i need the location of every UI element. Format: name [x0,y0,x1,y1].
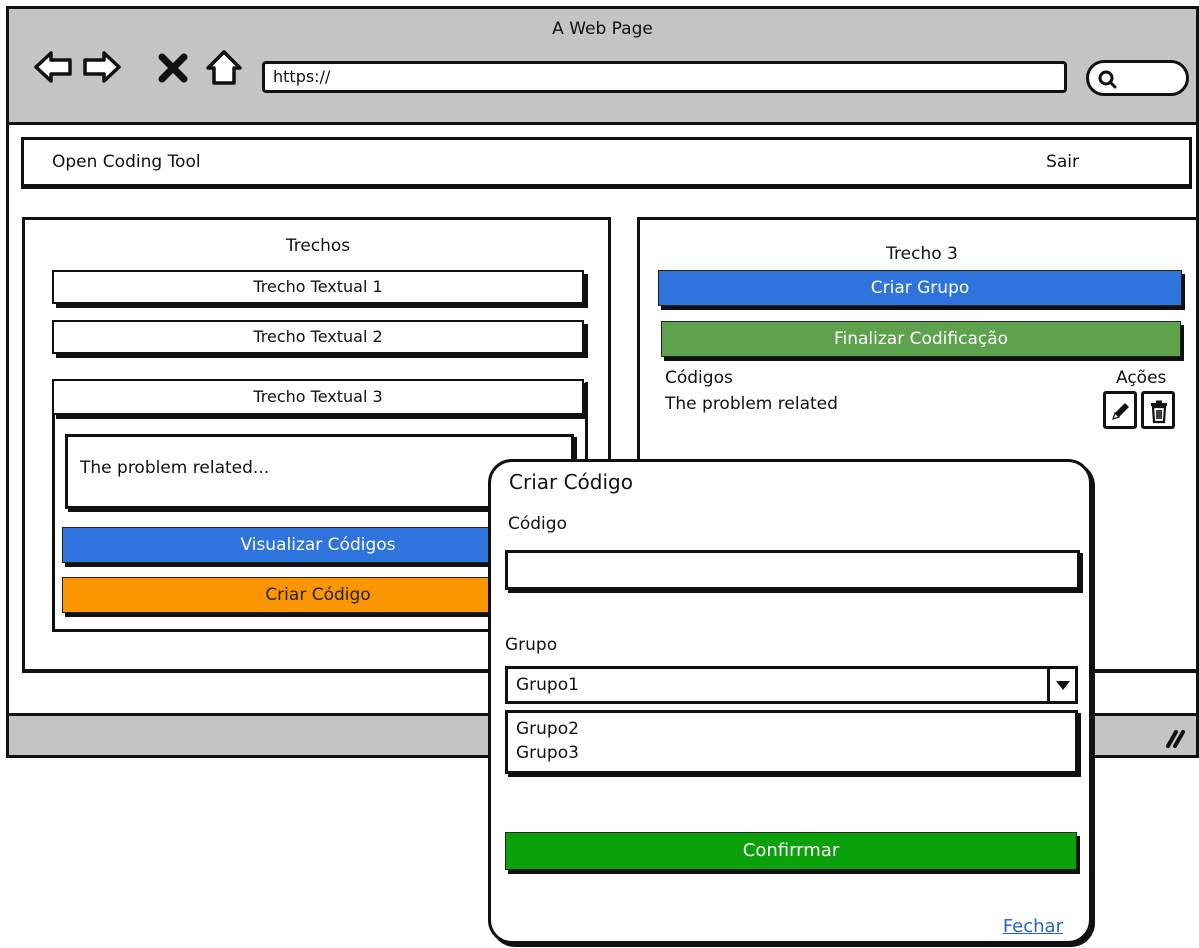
excerpt-item-3[interactable]: Trecho Textual 3 [52,379,584,415]
browser-search-field[interactable] [1086,60,1189,96]
app-title: Open Coding Tool [52,152,201,172]
group-option[interactable]: Grupo3 [516,741,1067,765]
trash-icon [1151,400,1167,424]
window-title: A Web Page [552,19,653,39]
search-icon [1098,70,1117,89]
forward-arrow-icon[interactable] [82,47,122,87]
resize-grip-icon[interactable] [1162,724,1188,750]
excerpts-title: Trechos [285,236,351,256]
codes-header: Códigos [665,368,733,388]
dropdown-toggle[interactable] [1047,669,1075,701]
create-code-dialog: Criar Código Código Grupo Grupo1 Grupo2 … [488,459,1092,944]
group-options-list: Grupo2 Grupo3 [505,710,1078,774]
group-field-label: Grupo [505,635,558,655]
app-header: Open Coding Tool Sair [21,137,1192,187]
logout-link[interactable]: Sair [1046,152,1079,172]
group-select[interactable]: Grupo1 [505,666,1078,704]
url-bar[interactable]: https:// [262,61,1067,93]
delete-code-button[interactable] [1141,391,1175,429]
group-option[interactable]: Grupo2 [516,717,1067,741]
actions-header: Ações [1116,368,1167,388]
caret-down-icon [1056,681,1070,690]
excerpt-item-1[interactable]: Trecho Textual 1 [52,270,584,304]
finalize-coding-button[interactable]: Finalizar Codificação [661,321,1181,357]
close-link[interactable]: Fechar [1003,916,1063,937]
confirm-button[interactable]: Confirrmar [505,832,1077,870]
create-group-button[interactable]: Criar Grupo [658,270,1182,306]
dialog-title: Criar Código [509,470,633,494]
back-arrow-icon[interactable] [33,47,73,87]
pencil-icon [1112,403,1129,420]
code-input[interactable] [505,550,1080,590]
home-icon[interactable] [204,47,244,87]
excerpt-item-2[interactable]: Trecho Textual 2 [52,320,584,354]
group-selected-value: Grupo1 [516,675,579,695]
close-x-icon[interactable] [157,47,189,87]
code-item: The problem related [665,394,838,414]
excerpt-detail-title: Trecho 3 [886,244,958,264]
edit-code-button[interactable] [1103,391,1137,429]
code-field-label: Código [508,514,567,534]
browser-toolbar: A Web Page https:// [9,9,1196,125]
